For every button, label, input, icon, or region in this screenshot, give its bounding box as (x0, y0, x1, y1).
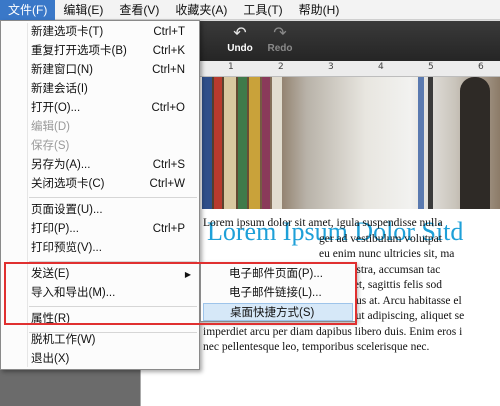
ruler-number: 5 (428, 62, 434, 72)
menu-item-close-tab[interactable]: 关闭选项卡(C) Ctrl+W (1, 175, 199, 194)
menu-item-new-session[interactable]: 新建会话(I) (1, 80, 199, 99)
document-line: Lorem ipsum dolor sit amet, igula suspen… (203, 217, 443, 229)
ruler-number: 4 (378, 62, 384, 72)
undo-button[interactable]: ↶ Undo (220, 25, 260, 59)
menu-favorites[interactable]: 收藏夹(A) (167, 0, 235, 20)
menu-edit[interactable]: 编辑(E) (55, 0, 111, 20)
menu-item-shortcut: Ctrl+O (151, 102, 185, 114)
menu-item-shortcut: Ctrl+W (149, 178, 185, 190)
menu-file[interactable]: 文件(F) (0, 0, 56, 20)
menu-item-label: 关闭选项卡(C) (31, 178, 105, 190)
menu-item-label: 打开(O)... (31, 102, 81, 114)
menu-item-label: 打印预览(V)... (31, 242, 102, 254)
menu-item-exit[interactable]: 退出(X) (1, 350, 199, 369)
menu-help[interactable]: 帮助(H) (291, 0, 348, 20)
menu-item-label: 新建会话(I) (31, 83, 88, 95)
redo-button[interactable]: ↷ Redo (260, 25, 300, 59)
menu-item-label: 重复打开选项卡(B) (31, 45, 127, 57)
menu-item-new-tab[interactable]: 新建选项卡(T) Ctrl+T (1, 23, 199, 42)
ruler: 1 2 3 4 5 6 (200, 61, 500, 77)
document-line: nec pellentesque leo, temporibus sceleri… (203, 341, 430, 353)
ruler-number: 1 (228, 62, 234, 72)
header-photo (202, 77, 500, 209)
document-line: eu enim nunc ultricies sit, ma (319, 248, 455, 260)
menu-tools[interactable]: 工具(T) (235, 0, 290, 20)
document-line: ger ad vestibulum volutpat (319, 232, 442, 245)
menu-item-page-setup[interactable]: 页面设置(U)... (1, 201, 199, 220)
menu-item-work-offline[interactable]: 脱机工作(W) (1, 331, 199, 350)
person-figure (460, 77, 490, 209)
menu-item-save-as[interactable]: 另存为(A)... Ctrl+S (1, 156, 199, 175)
menu-item-label: 保存(S) (31, 140, 70, 152)
menu-item-label: 新建窗口(N) (31, 64, 93, 76)
menu-item-print[interactable]: 打印(P)... Ctrl+P (1, 220, 199, 239)
menu-item-shortcut: Ctrl+T (153, 26, 185, 38)
redo-icon: ↷ (273, 25, 287, 42)
undo-label: Undo (227, 43, 253, 54)
menu-item-shortcut: Ctrl+N (152, 64, 185, 76)
menu-item-save: 保存(S) (1, 137, 199, 156)
menu-item-label: 页面设置(U)... (31, 204, 103, 216)
editor-toolbar: ↶ Undo ↷ Redo (200, 21, 500, 61)
menu-item-label: 打印(P)... (31, 223, 79, 235)
ruler-number: 2 (278, 62, 284, 72)
menu-item-label: 退出(X) (31, 353, 70, 365)
menu-item-edit: 编辑(D) (1, 118, 199, 137)
menu-item-print-preview[interactable]: 打印预览(V)... (1, 239, 199, 258)
ruler-number: 6 (478, 62, 484, 72)
menu-item-new-window[interactable]: 新建窗口(N) Ctrl+N (1, 61, 199, 80)
menu-item-label: 新建选项卡(T) (31, 26, 104, 38)
highlight-annotation-box (4, 262, 357, 325)
menu-item-duplicate-tab[interactable]: 重复打开选项卡(B) Ctrl+K (1, 42, 199, 61)
menu-item-open[interactable]: 打开(O)... Ctrl+O (1, 99, 199, 118)
menubar: 文件(F) 编辑(E) 查看(V) 收藏夹(A) 工具(T) 帮助(H) (0, 0, 500, 20)
menu-item-label: 脱机工作(W) (31, 334, 96, 346)
menu-item-label: 编辑(D) (31, 121, 70, 133)
menu-item-shortcut: Ctrl+K (152, 45, 185, 57)
menu-item-shortcut: Ctrl+P (152, 223, 185, 235)
document-line: imperdiet arcu per diam dapibus libero d… (203, 325, 463, 338)
menu-item-shortcut: Ctrl+S (152, 159, 185, 171)
ruler-number: 3 (328, 62, 334, 72)
undo-icon: ↶ (233, 25, 247, 42)
menu-view[interactable]: 查看(V) (111, 0, 167, 20)
menu-separator (29, 197, 197, 198)
redo-label: Redo (267, 43, 293, 54)
menu-item-label: 另存为(A)... (31, 159, 91, 171)
